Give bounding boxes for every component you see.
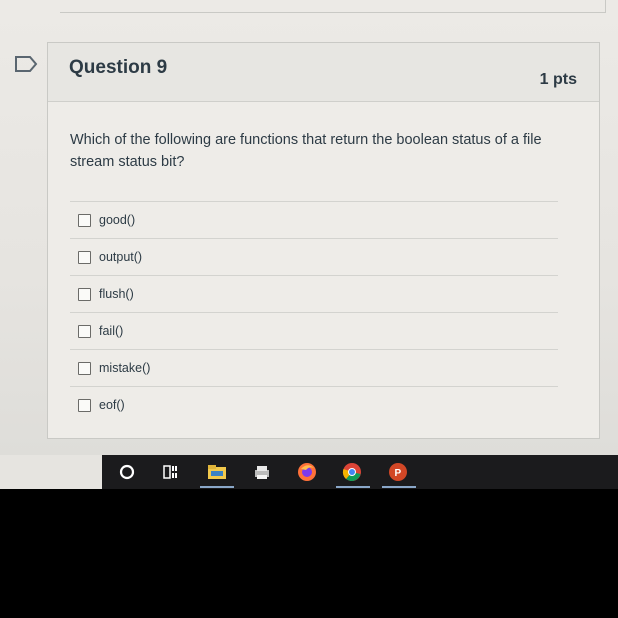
active-app-indicator	[336, 486, 370, 488]
active-app-indicator	[200, 486, 234, 488]
taskbar: P	[102, 455, 618, 489]
search-circle-icon[interactable]	[116, 461, 138, 483]
desktop-edge	[0, 455, 102, 489]
answer-checkbox[interactable]	[78, 361, 91, 375]
answer-label: fail()	[99, 324, 124, 338]
answer-option[interactable]: mistake()	[70, 349, 558, 386]
answer-option[interactable]: fail()	[70, 312, 558, 349]
answer-checkbox[interactable]	[78, 250, 91, 264]
chrome-icon[interactable]	[341, 461, 363, 483]
question-title: Question 9	[69, 57, 168, 78]
monitor-bezel	[0, 489, 618, 618]
answer-checkbox[interactable]	[78, 213, 91, 227]
task-view-icon[interactable]	[160, 461, 182, 483]
question-points: 1 pts	[539, 71, 577, 88]
active-app-indicator	[382, 486, 416, 488]
question-card: Question 9 1 pts Which of the following …	[47, 42, 600, 439]
printer-icon[interactable]	[251, 461, 273, 483]
previous-card-edge	[60, 0, 606, 13]
answer-checkbox[interactable]	[78, 324, 91, 338]
file-explorer-icon[interactable]	[206, 461, 228, 483]
answer-list: good() output() flush() fail() mistake()…	[70, 201, 558, 423]
question-text: Which of the following are functions tha…	[70, 132, 542, 170]
answer-label: mistake()	[99, 361, 151, 375]
screen: Question 9 1 pts Which of the following …	[0, 0, 618, 455]
answer-option[interactable]: output()	[70, 238, 558, 275]
answer-label: good()	[99, 213, 136, 227]
answer-option[interactable]: good()	[70, 201, 558, 238]
answer-label: eof()	[99, 398, 125, 412]
powerpoint-icon[interactable]: P	[387, 461, 409, 483]
answer-option[interactable]: eof()	[70, 386, 558, 423]
question-header: Question 9 1 pts	[48, 43, 599, 102]
answer-label: output()	[99, 250, 143, 264]
firefox-icon[interactable]	[296, 461, 318, 483]
svg-text:P: P	[395, 468, 402, 479]
answer-label: flush()	[99, 287, 134, 301]
answer-checkbox[interactable]	[78, 398, 91, 412]
flag-question-icon[interactable]	[14, 54, 40, 74]
answer-checkbox[interactable]	[78, 287, 91, 301]
answer-option[interactable]: flush()	[70, 275, 558, 312]
